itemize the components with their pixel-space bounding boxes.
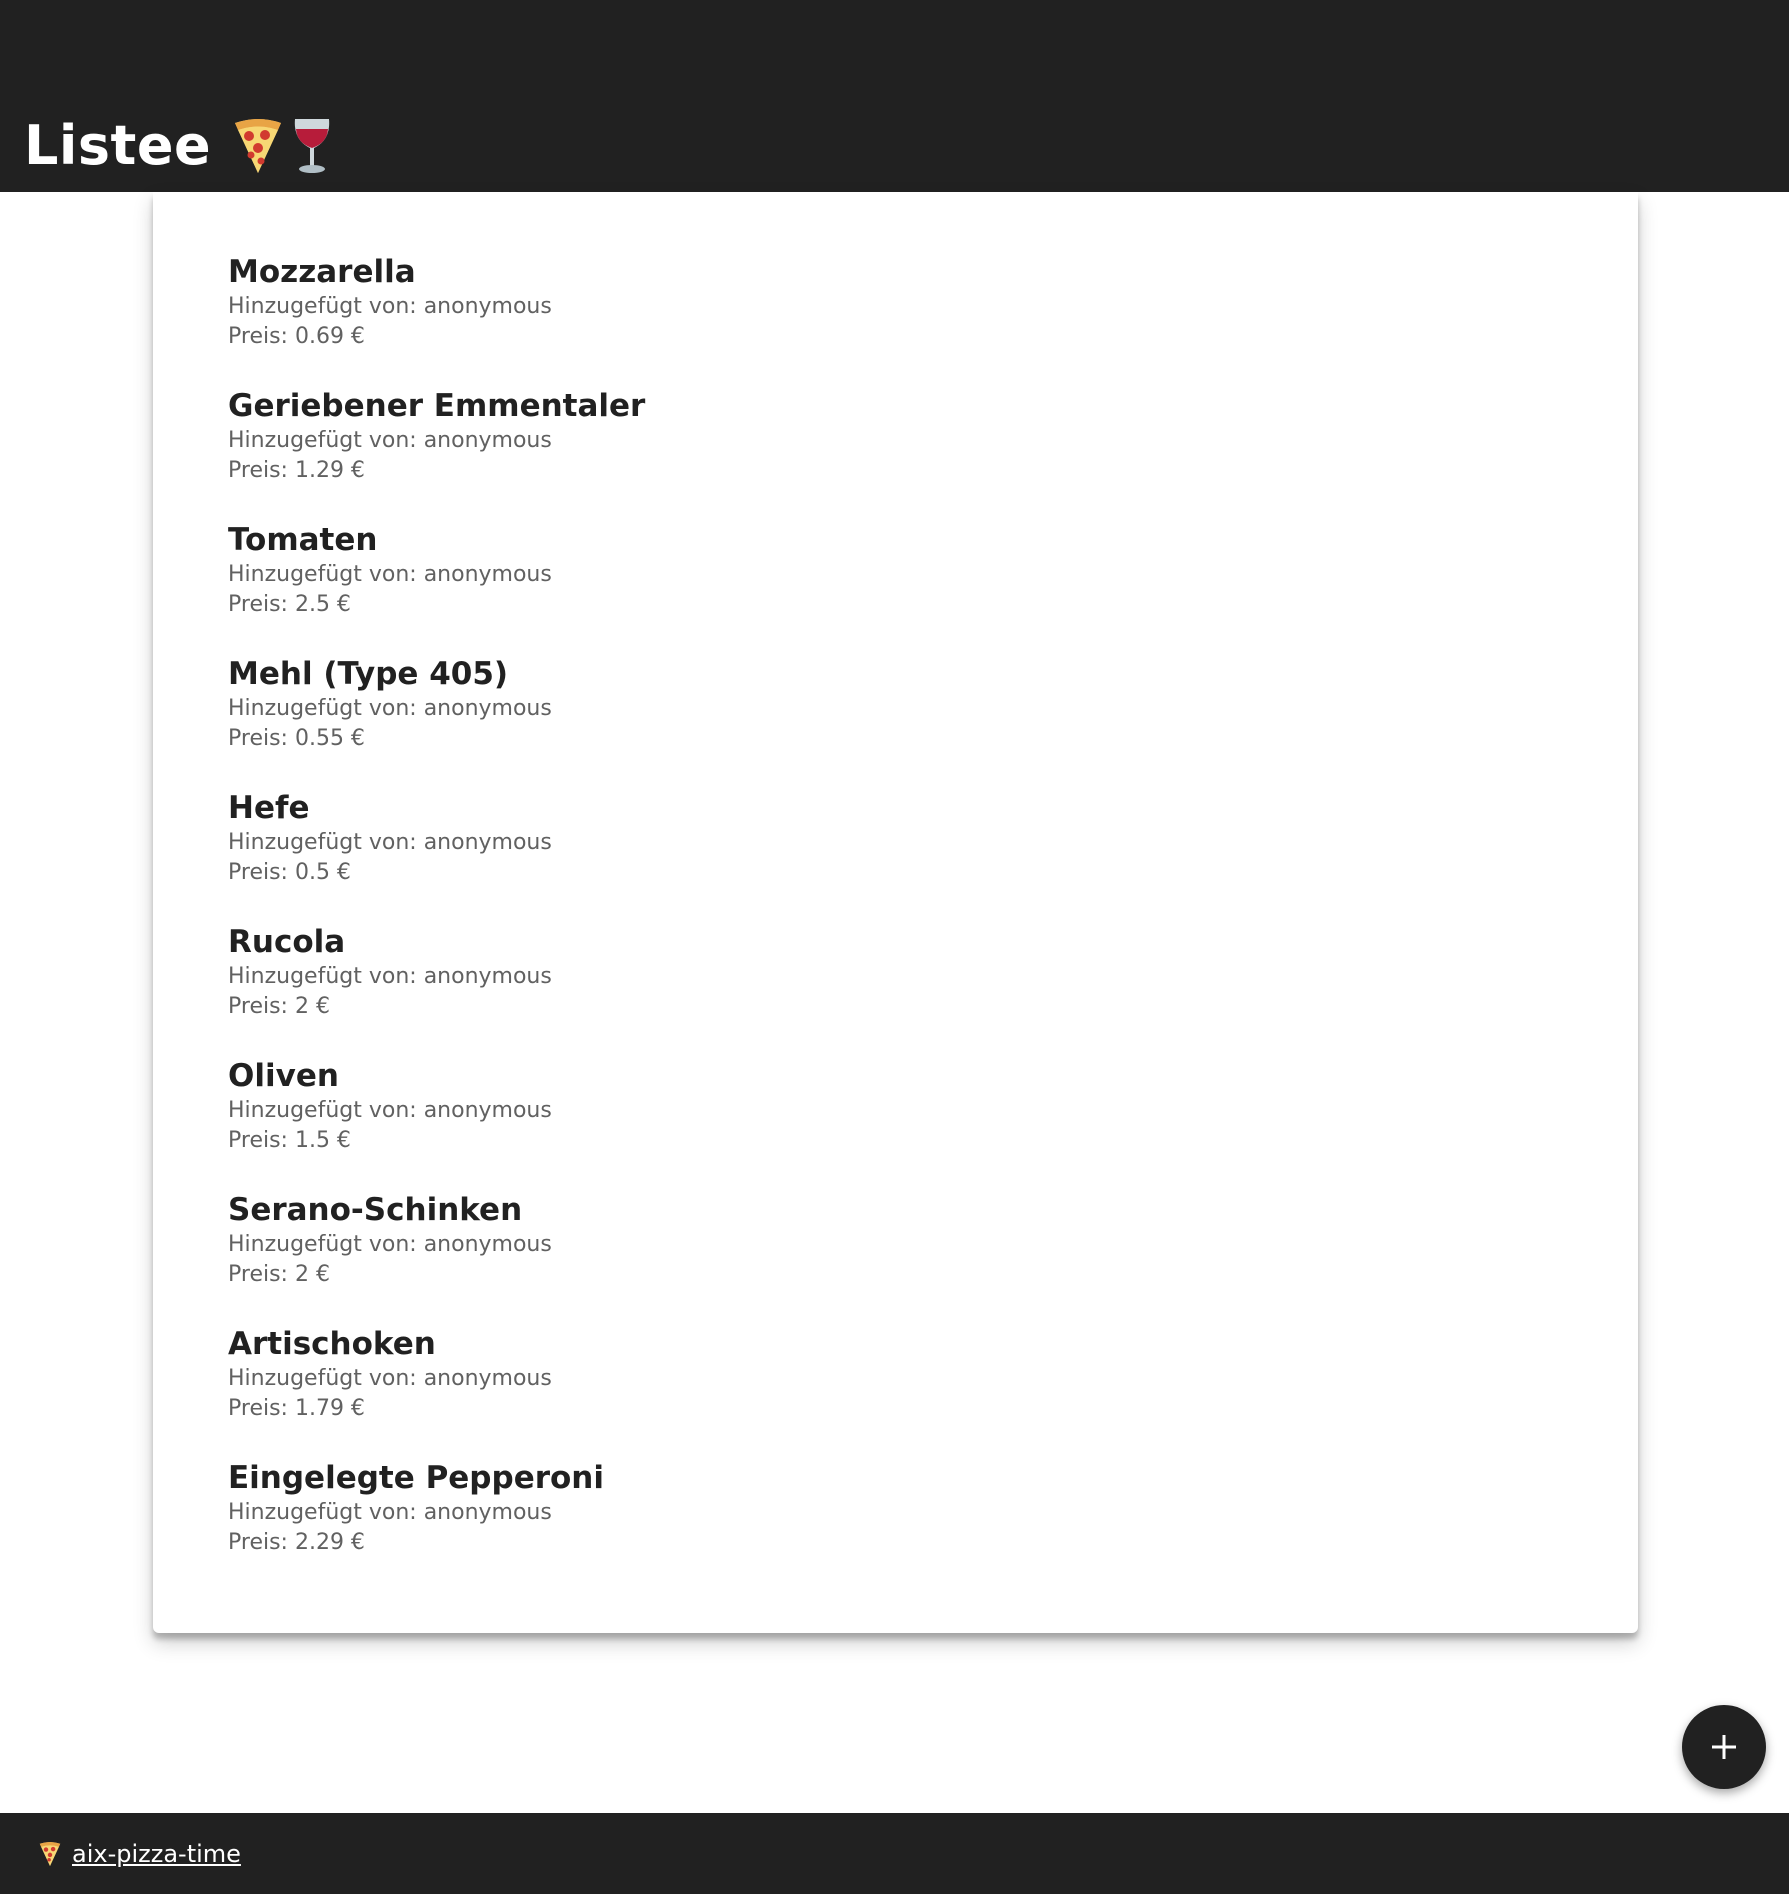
repo-link[interactable]: aix-pizza-time [72, 1840, 241, 1868]
list-item[interactable]: Serano-Schinken Hinzugefügt von: anonymo… [228, 1190, 645, 1324]
item-added-by: Hinzugefügt von: anonymous [228, 1098, 552, 1123]
item-name: Artischoken [228, 1326, 436, 1362]
list-item[interactable]: Artischoken Hinzugefügt von: anonymous P… [228, 1324, 645, 1458]
item-name: Tomaten [228, 522, 378, 558]
item-list: Mozzarella Hinzugefügt von: anonymous Pr… [228, 252, 645, 1592]
item-price: Preis: 2.29 € [228, 1530, 365, 1555]
item-added-by: Hinzugefügt von: anonymous [228, 1232, 552, 1257]
list-item[interactable]: Hefe Hinzugefügt von: anonymous Preis: 0… [228, 788, 645, 922]
item-price: Preis: 2 € [228, 994, 330, 1019]
item-price: Preis: 0.69 € [228, 324, 365, 349]
app-title-text: Listee [24, 114, 212, 177]
list-item[interactable]: Eingelegte Pepperoni Hinzugefügt von: an… [228, 1458, 645, 1592]
item-added-by: Hinzugefügt von: anonymous [228, 294, 552, 319]
item-added-by: Hinzugefügt von: anonymous [228, 830, 552, 855]
footer-content: aix-pizza-time [38, 1813, 241, 1894]
item-name: Geriebener Emmentaler [228, 388, 646, 424]
item-added-by: Hinzugefügt von: anonymous [228, 428, 552, 453]
list-item[interactable]: Tomaten Hinzugefügt von: anonymous Preis… [228, 520, 645, 654]
item-price: Preis: 2.5 € [228, 592, 351, 617]
plus-icon [1712, 1735, 1736, 1759]
item-name: Mehl (Type 405) [228, 656, 509, 692]
item-price: Preis: 1.5 € [228, 1128, 351, 1153]
app-footer: aix-pizza-time [0, 1813, 1789, 1894]
item-added-by: Hinzugefügt von: anonymous [228, 1500, 552, 1525]
item-added-by: Hinzugefügt von: anonymous [228, 562, 552, 587]
pizza-icon [39, 1841, 61, 1866]
list-item[interactable]: Geriebener Emmentaler Hinzugefügt von: a… [228, 386, 645, 520]
title-emoji-group [231, 117, 335, 175]
item-name: Rucola [228, 924, 346, 960]
pizza-icon [235, 119, 282, 173]
shopping-list-card: Mozzarella Hinzugefügt von: anonymous Pr… [153, 192, 1638, 1633]
list-item[interactable]: Mehl (Type 405) Hinzugefügt von: anonymo… [228, 654, 645, 788]
item-added-by: Hinzugefügt von: anonymous [228, 696, 552, 721]
item-price: Preis: 1.29 € [228, 458, 365, 483]
item-name: Hefe [228, 790, 310, 826]
add-item-button[interactable] [1682, 1705, 1766, 1789]
item-name: Eingelegte Pepperoni [228, 1460, 604, 1496]
item-added-by: Hinzugefügt von: anonymous [228, 1366, 552, 1391]
app-header: Listee [0, 0, 1789, 192]
item-price: Preis: 2 € [228, 1262, 330, 1287]
item-price: Preis: 1.79 € [228, 1396, 365, 1421]
item-name: Mozzarella [228, 254, 416, 290]
item-price: Preis: 0.5 € [228, 860, 351, 885]
list-item[interactable]: Rucola Hinzugefügt von: anonymous Preis:… [228, 922, 645, 1056]
item-price: Preis: 0.55 € [228, 726, 365, 751]
item-name: Serano-Schinken [228, 1192, 523, 1228]
list-item[interactable]: Oliven Hinzugefügt von: anonymous Preis:… [228, 1056, 645, 1190]
item-name: Oliven [228, 1058, 339, 1094]
app-title: Listee [24, 106, 335, 186]
item-added-by: Hinzugefügt von: anonymous [228, 964, 552, 989]
list-item[interactable]: Mozzarella Hinzugefügt von: anonymous Pr… [228, 252, 645, 386]
wine-glass-icon [294, 119, 330, 173]
